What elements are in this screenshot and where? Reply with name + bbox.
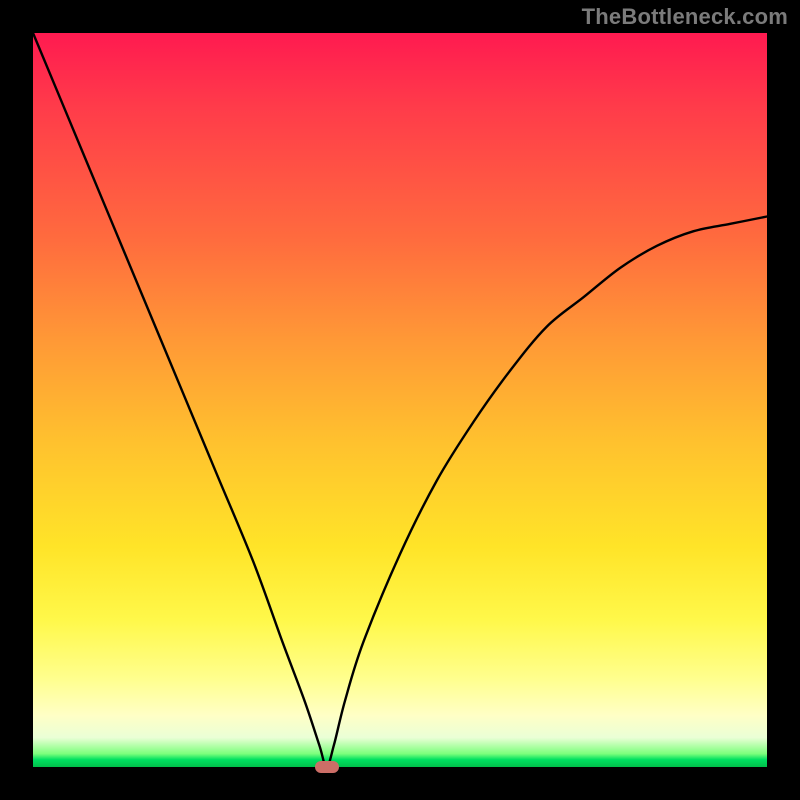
bottleneck-curve <box>33 33 767 767</box>
plot-area <box>33 33 767 767</box>
minimum-marker <box>315 761 339 773</box>
watermark-text: TheBottleneck.com <box>582 4 788 30</box>
chart-frame: TheBottleneck.com <box>0 0 800 800</box>
